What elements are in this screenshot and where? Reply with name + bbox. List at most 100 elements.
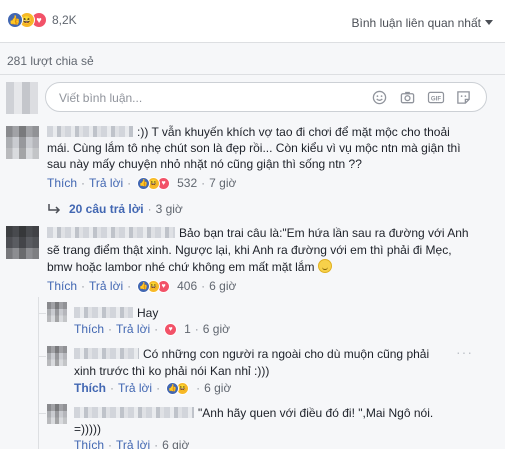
emoji-icon[interactable] <box>372 90 387 105</box>
love-icon: ♥ <box>164 322 178 336</box>
svg-text:GIF: GIF <box>431 95 441 102</box>
reply-text-line: Hay <box>137 306 159 320</box>
reply-text-line: "Anh hãy quen với điều đó đi! ",Mai Ngô … <box>198 406 434 420</box>
camera-icon[interactable] <box>400 90 415 105</box>
like-button[interactable]: Thích <box>47 176 77 190</box>
reactions-bar: 👍 😆 ♥ 8,2K Bình luận liên quan nhất <box>0 0 505 42</box>
reply-button[interactable]: Trả lời <box>89 279 123 293</box>
like-button[interactable]: Thích <box>74 381 106 395</box>
avatar[interactable] <box>47 346 67 366</box>
reaction-count[interactable]: 1 <box>184 322 191 336</box>
reply-text-line: =))))) <box>74 422 101 436</box>
comment-reactions[interactable]: 👍 😆 ♥ <box>137 279 171 293</box>
comment-text: Bảo bạn trai câu là:"Em hứa lần sau ra đ… <box>47 225 497 241</box>
like-button[interactable]: Thích <box>74 322 104 336</box>
reply-thread-connector <box>38 313 46 314</box>
comment-text-line: Bảo bạn trai câu là:"Em hứa lần sau ra đ… <box>179 226 469 240</box>
comment-sort-dropdown[interactable]: Bình luận liên quan nhất <box>352 16 481 30</box>
avatar[interactable] <box>6 126 39 159</box>
separator-dot: · <box>108 322 113 336</box>
reply-thread-connector <box>38 413 46 414</box>
separator-dot: · <box>154 322 159 336</box>
separator-dot: · <box>127 279 132 293</box>
reply-button[interactable]: Trả lời <box>118 381 152 395</box>
separator-dot: · <box>127 176 132 190</box>
comment-actions: Thích · Trả lời · 👍 😆 ♥ 532 · 7 giờ <box>47 176 236 190</box>
smile-emoji-icon <box>317 259 332 273</box>
reply-text-line: Có những con người ra ngoài cho dù muộn … <box>143 347 430 361</box>
reply-actions: Thích · Trả lời · 6 giờ <box>74 438 189 449</box>
gif-icon[interactable]: GIF <box>427 90 445 105</box>
reply-arrow-icon <box>48 204 61 214</box>
separator-dot: · <box>108 438 113 449</box>
comment-text-line: sau này mấy chuyện nhỏ nhặt nó cũng giận… <box>47 157 362 171</box>
avatar <box>6 82 38 114</box>
separator-dot: · <box>147 202 152 216</box>
timestamp: 3 giờ <box>155 202 183 216</box>
avatar[interactable] <box>6 226 39 259</box>
comment-actions: Thích · Trả lời · 👍 😆 ♥ 406 · 6 giờ <box>47 279 236 293</box>
comment-text-line: :)) T vẫn khuyến khích vợ tao đi chơi để… <box>137 125 450 139</box>
reply-text-line: xinh trước thì ko phải nói Kan nhỉ :))) <box>74 364 270 378</box>
reply-thread-connector <box>38 356 46 357</box>
like-icon: 👍 <box>7 12 23 28</box>
timestamp[interactable]: 6 giờ <box>209 279 236 293</box>
replies-count[interactable]: 20 câu trả lời <box>69 202 144 216</box>
like-icon: 👍 <box>137 279 151 293</box>
comment-text: :)) T vẫn khuyến khích vợ tao đi chơi để… <box>47 124 497 140</box>
reaction-count[interactable]: 8,2K <box>52 13 77 27</box>
timestamp[interactable]: 6 giờ <box>162 438 189 449</box>
view-replies-link[interactable]: 20 câu trả lời · 3 giờ <box>47 202 183 216</box>
separator-dot: · <box>194 322 199 336</box>
separator-dot: · <box>201 176 206 190</box>
comment-text: bmw hoặc lambor nhé chứ không em mất mặt… <box>47 259 497 275</box>
sticker-icon[interactable] <box>456 90 471 105</box>
commenter-name[interactable] <box>74 307 133 318</box>
timestamp[interactable]: 7 giờ <box>209 176 236 190</box>
reply-button[interactable]: Trả lời <box>116 438 150 449</box>
divider <box>0 42 505 43</box>
reply-text: Hay <box>74 305 474 321</box>
comment-text-line: bmw hoặc lambor nhé chứ không em mất mặt… <box>47 260 315 274</box>
timestamp[interactable]: 6 giờ <box>203 322 230 336</box>
reaction-count[interactable]: 532 <box>177 176 197 190</box>
chevron-down-icon[interactable] <box>485 20 493 25</box>
commenter-name[interactable] <box>74 407 194 418</box>
reply-text: "Anh hãy quen với điều đó đi! ",Mai Ngô … <box>74 405 474 421</box>
separator-dot: · <box>201 279 206 293</box>
reply-actions: Thích · Trả lời · 👍 😆 · 6 giờ <box>74 381 231 395</box>
comment-input-placeholder: Viết bình luận... <box>59 91 143 105</box>
timestamp[interactable]: 6 giờ <box>204 381 231 395</box>
separator-dot: · <box>110 381 114 395</box>
separator-dot: · <box>196 381 201 395</box>
more-options-icon[interactable]: ··· <box>456 344 473 360</box>
commenter-name[interactable] <box>47 126 133 137</box>
avatar[interactable] <box>47 302 67 322</box>
reply-thread-line <box>38 297 39 449</box>
commenter-name[interactable] <box>47 227 175 238</box>
reply-button[interactable]: Trả lời <box>89 176 123 190</box>
separator-dot: · <box>154 438 159 449</box>
separator-dot: · <box>81 279 86 293</box>
commenter-name[interactable] <box>74 348 139 359</box>
divider <box>0 74 505 75</box>
like-button[interactable]: Thích <box>47 279 77 293</box>
reply-reactions[interactable]: ♥ <box>164 322 178 336</box>
reply-text: Có những con người ra ngoài cho dù muộn … <box>74 346 454 362</box>
comment-input[interactable]: Viết bình luận... GIF <box>45 82 487 112</box>
like-button[interactable]: Thích <box>74 438 104 449</box>
reply-button[interactable]: Trả lời <box>116 322 150 336</box>
share-count[interactable]: 281 lượt chia sẻ <box>7 54 94 68</box>
comment-text-line: mái. Cùng lắm tô nhẹ chút son là đẹp rồi… <box>47 141 461 155</box>
comment-reactions[interactable]: 👍 😆 ♥ <box>137 176 171 190</box>
like-icon: 👍 <box>166 381 180 395</box>
reaction-count[interactable]: 406 <box>177 279 197 293</box>
reply-actions: Thích · Trả lời · ♥ 1 · 6 giờ <box>74 322 230 336</box>
avatar[interactable] <box>47 404 67 424</box>
comment-text-line: sẽ trang điểm thật xinh. Ngược lại, khi … <box>47 243 452 257</box>
like-icon: 👍 <box>137 176 151 190</box>
reaction-summary[interactable]: 👍 😆 ♥ 8,2K <box>7 12 77 28</box>
separator-dot: · <box>81 176 86 190</box>
separator-dot: · <box>156 381 161 395</box>
reply-reactions[interactable]: 👍 😆 <box>166 381 190 395</box>
